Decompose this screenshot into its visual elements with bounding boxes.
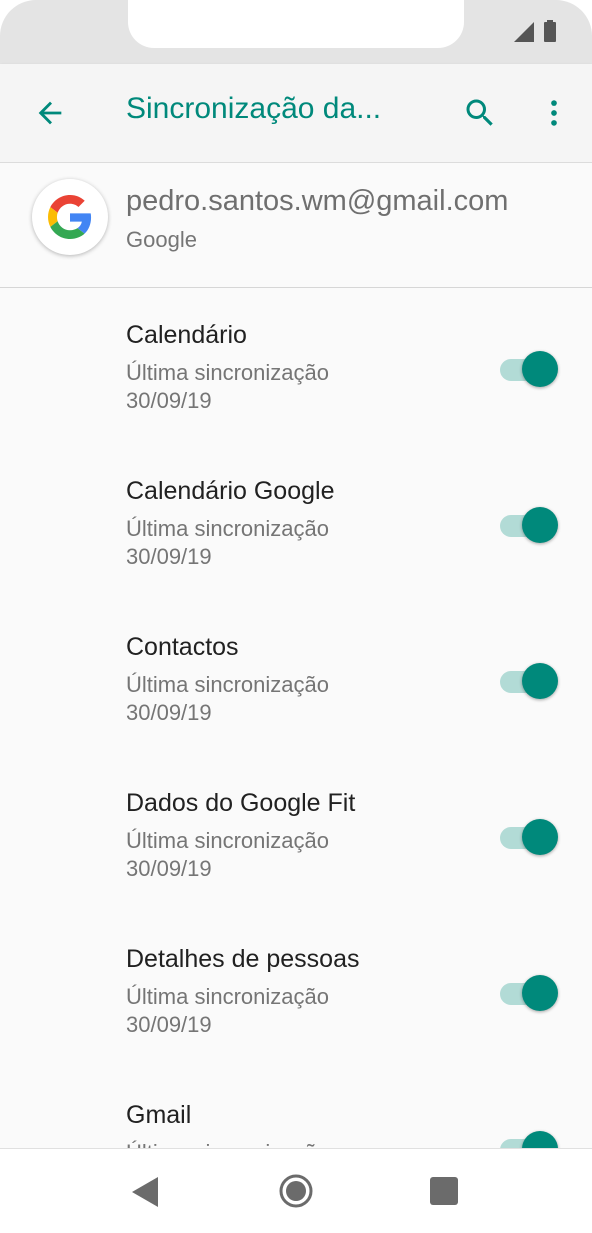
last-sync-date: 30/09/19: [126, 388, 212, 413]
app-toolbar: Sincronização da...: [0, 64, 592, 163]
battery-icon: [544, 20, 556, 42]
last-sync-label: Última sincronização: [126, 828, 329, 853]
last-sync-label: Última sincronização: [126, 516, 329, 541]
last-sync-date: 30/09/19: [126, 1012, 212, 1037]
sync-item-google-fit[interactable]: Dados do Google Fit Última sincronização…: [0, 755, 592, 911]
last-sync-label: Última sincronização: [126, 1139, 329, 1148]
sync-item-calendario[interactable]: Calendário Última sincronização 30/09/19: [0, 287, 592, 443]
sync-toggle-calendario-google[interactable]: [500, 505, 560, 545]
sync-item-title: Contactos: [126, 633, 239, 661]
sync-item-title: Dados do Google Fit: [126, 789, 356, 817]
nav-recents-icon[interactable]: [430, 1177, 458, 1205]
account-email: pedro.santos.wm@gmail.com: [126, 185, 509, 217]
arrow-back-icon: [38, 101, 62, 125]
sync-toggle-gmail[interactable]: [500, 1129, 560, 1148]
sync-item-contactos[interactable]: Contactos Última sincronização 30/09/19: [0, 599, 592, 755]
sync-item-detalhes-pessoas[interactable]: Detalhes de pessoas Última sincronização…: [0, 911, 592, 1067]
sync-toggle-calendario[interactable]: [500, 349, 560, 389]
display-notch: [128, 0, 464, 48]
search-button[interactable]: [456, 89, 504, 137]
sync-settings-list: pedro.santos.wm@gmail.com Google Calendá…: [0, 163, 592, 1148]
account-header: pedro.santos.wm@gmail.com Google: [0, 163, 592, 288]
more-vert-icon: [551, 100, 557, 126]
status-bar: [0, 0, 592, 64]
account-type: Google: [126, 227, 197, 252]
sync-item-subtitle: Última sincronização 30/09/19: [126, 359, 329, 415]
last-sync-label: Última sincronização: [126, 984, 329, 1009]
sync-item-subtitle: Última sincronização: [126, 1139, 329, 1148]
sync-item-calendario-google[interactable]: Calendário Google Última sincronização 3…: [0, 443, 592, 599]
signal-icon: [514, 22, 534, 42]
sync-toggle-detalhes-pessoas[interactable]: [500, 973, 560, 1013]
sync-item-gmail[interactable]: Gmail Última sincronização: [0, 1067, 592, 1148]
account-avatar: [32, 179, 108, 255]
sync-item-subtitle: Última sincronização 30/09/19: [126, 671, 329, 727]
sync-item-subtitle: Última sincronização 30/09/19: [126, 515, 329, 571]
back-button[interactable]: [26, 89, 74, 137]
google-logo-icon: [48, 195, 92, 239]
sync-item-title: Gmail: [126, 1101, 192, 1129]
more-options-button[interactable]: [530, 89, 578, 137]
last-sync-label: Última sincronização: [126, 672, 329, 697]
page-title: Sincronização da...: [126, 92, 382, 125]
search-icon: [466, 99, 493, 126]
last-sync-label: Última sincronização: [126, 360, 329, 385]
nav-back-icon[interactable]: [132, 1177, 160, 1207]
system-nav-bar: [0, 1148, 592, 1233]
sync-toggle-contactos[interactable]: [500, 661, 560, 701]
sync-item-subtitle: Última sincronização 30/09/19: [126, 827, 329, 883]
nav-home-icon[interactable]: [278, 1173, 314, 1209]
sync-item-title: Calendário: [126, 321, 247, 349]
sync-item-subtitle: Última sincronização 30/09/19: [126, 983, 329, 1039]
sync-item-title: Calendário Google: [126, 477, 335, 505]
last-sync-date: 30/09/19: [126, 544, 212, 569]
sync-item-title: Detalhes de pessoas: [126, 945, 360, 973]
sync-toggle-google-fit[interactable]: [500, 817, 560, 857]
last-sync-date: 30/09/19: [126, 700, 212, 725]
last-sync-date: 30/09/19: [126, 856, 212, 881]
